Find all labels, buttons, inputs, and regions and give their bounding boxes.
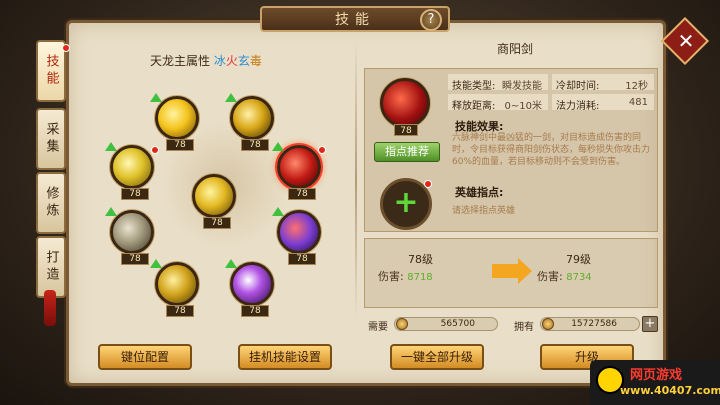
upgrade-arrow-icon (150, 259, 162, 268)
current-damage-label: 伤害: (378, 270, 404, 283)
mana-cost: 法力消耗: 481 (556, 97, 654, 112)
help-icon[interactable]: ? (420, 9, 442, 31)
next-level: 79级 (566, 253, 591, 266)
need-label: 需要 (368, 322, 388, 333)
need-value: 565700 (394, 317, 498, 331)
cooldown: 冷却时间: 12秒 (556, 77, 654, 92)
next-damage: 伤害: 8734 (537, 268, 592, 284)
hero-slot-badge (424, 180, 432, 188)
cast-range: 释放距离: 0~10米 (452, 97, 548, 112)
skill-slot-selected[interactable]: 78 (272, 142, 326, 200)
recommend-button[interactable]: 指点推荐 (374, 142, 440, 162)
selected-skill-level: 78 (394, 124, 418, 136)
arrow-head-icon (518, 258, 532, 284)
coin-icon (542, 318, 554, 330)
skill-level: 78 (121, 253, 149, 265)
upgrade-arrow-icon (225, 259, 237, 268)
skill-slot[interactable]: 78 (105, 207, 154, 265)
mana-cost-value: 481 (628, 97, 648, 108)
upgrade-arrow-icon (272, 207, 284, 216)
arrow-right-icon (492, 264, 518, 278)
upgrade-arrow-icon (150, 93, 162, 102)
attribute-fire: 火 (225, 54, 238, 68)
have-label: 拥有 (514, 322, 534, 333)
close-icon[interactable]: ✕ (676, 26, 696, 56)
skill-slot[interactable]: 78 (150, 259, 199, 317)
mana-cost-label: 法力消耗: (556, 101, 600, 112)
skill-type-value: 瞬发技能 (502, 81, 542, 92)
skill-level: 78 (241, 305, 269, 317)
skill-level: 78 (288, 253, 316, 265)
upgrade-arrow-icon (105, 142, 117, 151)
keybind-button[interactable]: 键位配置 (98, 344, 192, 370)
cast-range-label: 释放距离: (452, 101, 496, 112)
have-value: 15727586 (540, 317, 640, 331)
skill-name: 商阳剑 (496, 42, 533, 56)
selected-skill-icon (380, 78, 430, 128)
current-level: 78级 (408, 253, 433, 266)
add-coins-button[interactable]: + (642, 316, 658, 332)
coin-icon (396, 318, 408, 330)
watermark-text: 网页游戏 (630, 368, 683, 383)
hero-hint: 请选择指点英雄 (452, 206, 516, 216)
panel-divider (355, 40, 357, 320)
skill-level: 78 (288, 188, 316, 200)
upgrade-arrow-icon (105, 207, 117, 216)
skill-level: 78 (166, 139, 194, 151)
tab-cultivate[interactable]: 修炼 (36, 172, 66, 234)
current-damage-value: 8718 (407, 272, 433, 283)
hero-title: 英雄指点: (455, 186, 504, 199)
upgrade-all-button[interactable]: 一键全部升级 (390, 344, 484, 370)
skill-badge (151, 146, 159, 154)
skill-slot[interactable]: 78 (272, 207, 321, 265)
next-damage-label: 伤害: (537, 270, 563, 283)
lantern-decoration (44, 290, 56, 326)
skill-level: 78 (203, 217, 231, 229)
skill-slot[interactable]: 78 (225, 93, 274, 151)
skill-slot[interactable]: 78 (150, 93, 199, 151)
skill-badge (318, 146, 326, 154)
attribute-ice: 冰 (213, 54, 226, 68)
current-damage: 伤害: 8718 (378, 268, 433, 284)
skill-type: 技能类型: 瞬发技能 (452, 77, 548, 92)
cooldown-value: 12秒 (625, 81, 648, 92)
skill-level: 78 (166, 305, 194, 317)
main-attribute-label: 天龙主属性 (150, 54, 211, 68)
upgrade-arrow-icon (225, 93, 237, 102)
skill-level: 78 (121, 188, 149, 200)
skill-slot[interactable]: 78 (225, 259, 274, 317)
attribute-mystic: 玄 (237, 54, 250, 68)
cooldown-label: 冷却时间: (556, 81, 600, 92)
next-damage-value: 8734 (566, 272, 592, 283)
cast-range-value: 0~10米 (504, 101, 542, 112)
auto-skill-button[interactable]: 挂机技能设置 (238, 344, 332, 370)
watermark-url: www.40407.com (620, 384, 720, 397)
tab-skills-badge (62, 44, 70, 52)
upgrade-arrow-icon (272, 142, 284, 151)
effect-description: 六脉神剑中最凶猛的一剑，对目标造成伤害的同时，令目标获得商阳剑伤状态，每秒损失你… (452, 133, 651, 167)
tab-forge[interactable]: 打造 (36, 236, 66, 298)
skill-slot[interactable]: 78 (105, 142, 159, 200)
main-attribute: 天龙主属性 冰火玄毒 (150, 52, 310, 69)
tab-gather[interactable]: 采集 (36, 108, 66, 170)
skill-level: 78 (241, 139, 269, 151)
attribute-poison: 毒 (249, 54, 262, 68)
skill-type-label: 技能类型: (452, 81, 496, 92)
add-icon[interactable]: + (393, 188, 419, 218)
skill-slot[interactable]: 78 (192, 174, 236, 229)
